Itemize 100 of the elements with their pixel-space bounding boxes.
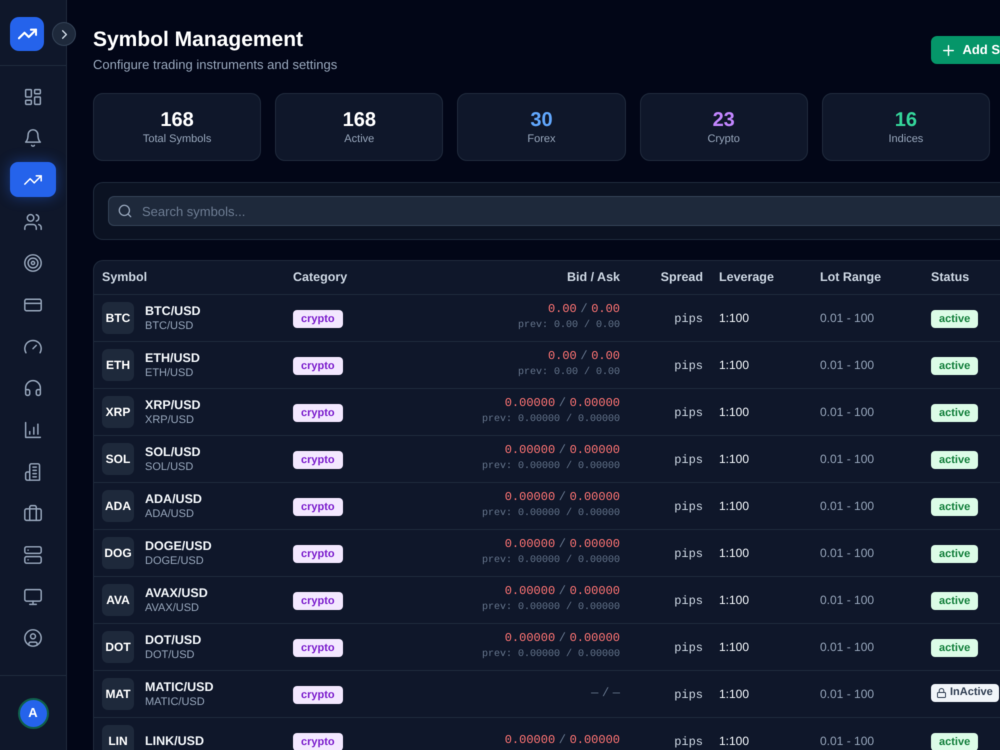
target-icon: [24, 254, 42, 272]
symbol-subname: MATIC/USD: [145, 694, 206, 708]
spread-value: pips: [674, 358, 703, 372]
symbol-name: XRP/USD: [145, 396, 201, 412]
symbol-avatar: DOG: [102, 536, 134, 568]
stat-label: Active: [344, 132, 374, 146]
symbol-subname: DOGE/USD: [145, 554, 205, 568]
column-header: Status: [931, 270, 970, 284]
stat-value: 168: [160, 108, 194, 132]
bid-ask-price: 0.00000 / 0.00000: [504, 443, 620, 459]
status-badge: active: [931, 498, 978, 516]
spread-value: pips: [674, 452, 703, 466]
symbol-avatar: ETH: [102, 348, 134, 380]
stat-label: Crypto: [707, 132, 740, 146]
status-badge: active: [931, 450, 978, 469]
column-header: Leverage: [719, 270, 774, 284]
symbol-avatar: SOL: [102, 442, 134, 474]
dashboard-grid-icon: [24, 88, 42, 106]
symbol-name: ADA/USD: [145, 490, 202, 506]
status-badge: active: [931, 404, 978, 422]
bid-ask-price: 0.00000 / 0.00000: [504, 396, 620, 412]
spread-value: pips: [674, 500, 703, 514]
briefcase-icon: [24, 504, 42, 522]
category-badge: crypto: [293, 310, 343, 328]
status-badge: active: [931, 732, 978, 750]
bell-icon: [24, 129, 42, 148]
category-badge: crypto: [293, 450, 343, 468]
bar-chart-icon: [24, 421, 42, 439]
leverage-value: 1:100: [719, 640, 750, 654]
column-header: Spread: [660, 270, 703, 284]
bid-ask-price: 0.00000 / 0.00000: [504, 584, 620, 600]
bid-ask-price: 0.00000 / 0.00000: [504, 631, 620, 647]
lot-range: 0.01 - 100: [820, 310, 874, 324]
stat-label: Indices: [888, 132, 924, 146]
symbol-subname: XRP/USD: [145, 412, 195, 426]
symbol-avatar: DOT: [102, 630, 134, 662]
bid-ask-price: 0.00000 / 0.00000: [504, 732, 620, 748]
bid-ask-price: — / —: [591, 686, 620, 702]
leverage-value: 1:100: [719, 404, 750, 418]
search-icon: [118, 204, 132, 218]
previous-price: prev: 0.00000 / 0.00000: [482, 460, 620, 474]
category-badge: crypto: [293, 498, 343, 516]
lot-range: 0.01 - 100: [820, 640, 874, 654]
symbol-subname: ADA/USD: [145, 506, 195, 520]
lot-range: 0.01 - 100: [820, 734, 874, 748]
server-icon: [24, 546, 42, 564]
symbol-name: MATIC/USD: [145, 678, 214, 694]
lot-range: 0.01 - 100: [820, 452, 874, 466]
category-badge: crypto: [293, 592, 343, 610]
lot-range: 0.01 - 100: [820, 546, 874, 560]
sidebar-toggle-button[interactable]: [52, 22, 76, 46]
column-header: Category: [293, 270, 348, 284]
bid-ask-price: 0.00000 / 0.00000: [504, 490, 620, 506]
category-badge: crypto: [293, 638, 343, 656]
search-field[interactable]: Search symbols...: [108, 196, 1000, 226]
user-circle-icon: [24, 629, 42, 648]
symbol-name: AVAX/USD: [145, 584, 208, 600]
stat-value: 30: [530, 108, 553, 132]
leverage-value: 1:100: [719, 498, 750, 512]
bid-ask-price: 0.00 / 0.00: [548, 349, 620, 365]
stat-label: Total Symbols: [142, 132, 212, 146]
stat-value: 23: [712, 108, 735, 132]
leverage-value: 1:100: [719, 686, 750, 700]
leverage-value: 1:100: [719, 592, 750, 606]
monitor-icon: [24, 588, 42, 606]
headphones-icon: [24, 379, 42, 398]
category-badge: crypto: [293, 404, 343, 422]
bid-ask-price: 0.00000 / 0.00000: [504, 537, 620, 553]
status-badge: active: [931, 592, 978, 610]
stat-value: 16: [894, 108, 918, 132]
add-button[interactable]: Add S: [931, 36, 1000, 64]
chevron-right-icon: [62, 30, 66, 38]
previous-price: prev: 0.00000 / 0.00000: [482, 412, 620, 427]
status-badge: active: [931, 638, 978, 657]
status-badge: active: [931, 310, 978, 328]
lot-range: 0.01 - 100: [820, 404, 874, 418]
symbol-subname: ETH/USD: [145, 366, 194, 380]
previous-price: prev: 0.00000 / 0.00000: [482, 554, 620, 568]
previous-price: prev: 0.00 / 0.00: [518, 318, 620, 333]
spread-value: pips: [674, 546, 703, 560]
symbol-avatar: XRP: [102, 396, 134, 428]
users-icon: [24, 212, 42, 231]
gauge-icon: [24, 338, 42, 356]
spread-value: pips: [674, 734, 703, 748]
stat-value: 168: [342, 108, 376, 132]
spread-value: pips: [674, 594, 703, 608]
symbol-subname: AVAX/USD: [145, 600, 200, 614]
spread-value: pips: [674, 406, 703, 420]
lot-range: 0.01 - 100: [820, 686, 874, 700]
symbol-avatar: AVA: [102, 584, 134, 616]
plus-icon: [943, 44, 954, 56]
user-avatar[interactable]: A: [18, 698, 48, 728]
category-badge: crypto: [293, 356, 343, 374]
previous-price: prev: 0.00 / 0.00: [518, 366, 620, 380]
lot-range: 0.01 - 100: [820, 592, 874, 606]
status-badge: active: [931, 544, 978, 563]
column-header: Lot Range: [820, 270, 882, 284]
category-badge: crypto: [293, 544, 343, 562]
nav-item[interactable]: [10, 162, 56, 198]
symbol-subname: DOT/USD: [145, 648, 196, 662]
